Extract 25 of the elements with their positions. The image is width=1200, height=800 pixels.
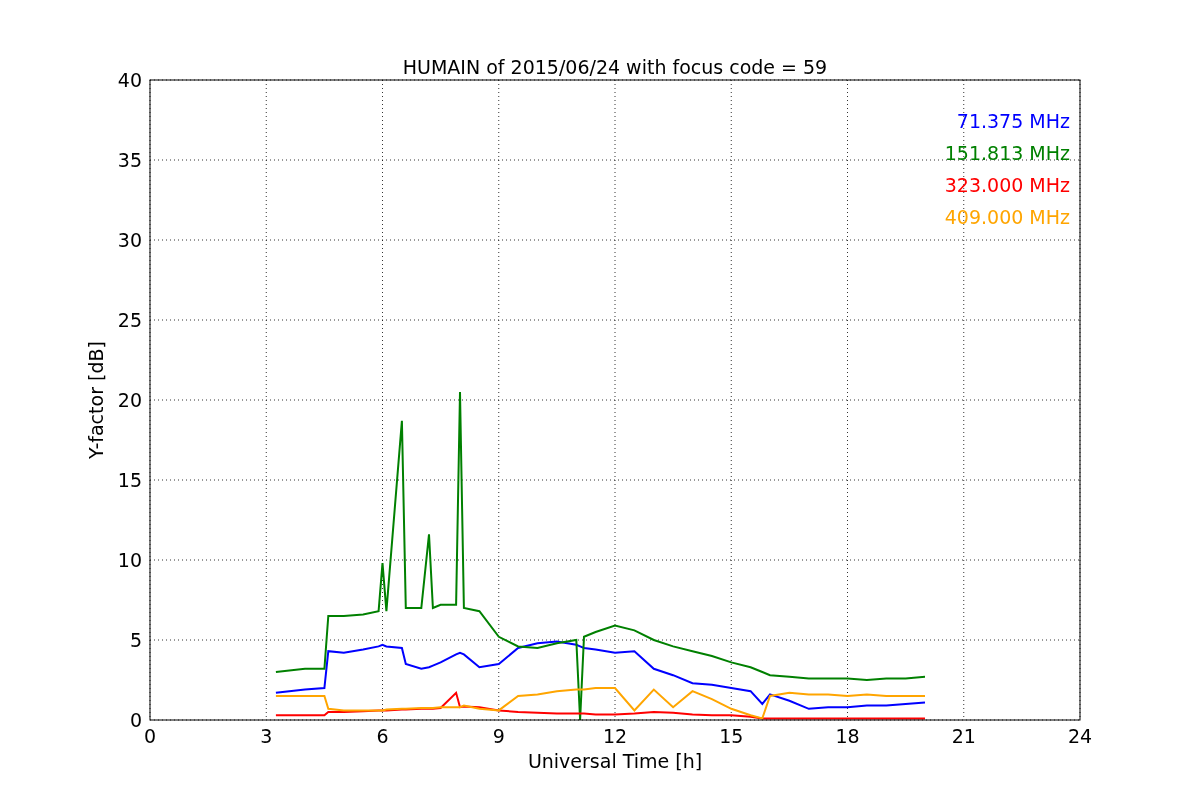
legend-text: 323.000 MHz	[944, 174, 1070, 196]
axis-label: Y-factor [dB]	[85, 341, 107, 459]
tick-label: 6	[376, 725, 389, 747]
tick-label: 0	[143, 725, 157, 747]
legend-text: 71.375 MHz	[956, 110, 1070, 132]
tick-label: 25	[117, 309, 142, 331]
tick-label: 15	[719, 725, 744, 747]
tick-label: 18	[835, 725, 860, 747]
tick-label: 20	[117, 389, 142, 411]
tick-label: 5	[129, 629, 142, 651]
tick-label: 0	[129, 709, 142, 731]
tick-label: 24	[1067, 725, 1093, 747]
tick-label: 15	[117, 469, 142, 491]
tick-label: 12	[602, 725, 628, 747]
tick-label: 3	[260, 725, 273, 747]
tick-label: 35	[117, 149, 142, 171]
tick-label: 40	[117, 69, 142, 91]
tick-label: 10	[117, 549, 142, 571]
chart-title: HUMAIN of 2015/06/24 with focus code = 59	[402, 56, 828, 78]
legend-text: 409.000 MHz	[944, 206, 1070, 228]
tick-label: 21	[951, 725, 976, 747]
tick-label: 9	[492, 725, 505, 747]
axis-label: Universal Time [h]	[527, 750, 703, 772]
tick-label: 30	[117, 229, 142, 251]
legend-text: 151.813 MHz	[944, 142, 1070, 164]
